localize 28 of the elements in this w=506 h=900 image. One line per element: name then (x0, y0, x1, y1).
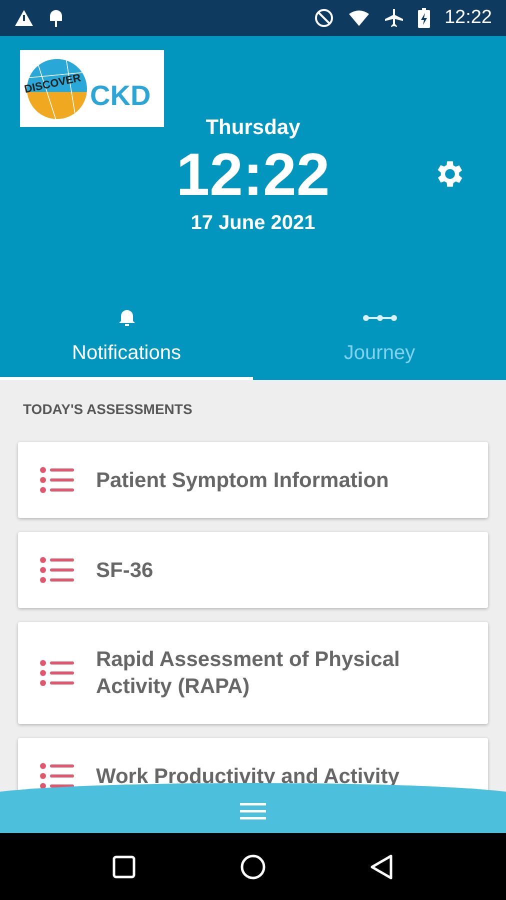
assessment-title: Patient Symptom Information (96, 468, 389, 494)
android-icon (48, 8, 64, 28)
section-heading: TODAY'S ASSESSMENTS (22, 400, 194, 419)
date-label: 17 June 2021 (190, 212, 316, 235)
wifi-icon (348, 10, 370, 26)
battery-charging-icon (418, 8, 430, 28)
recents-icon[interactable] (112, 854, 136, 878)
clock: 12:22 (176, 142, 330, 208)
list-icon (40, 660, 74, 686)
day-label: Thursday (206, 116, 300, 140)
assessment-card[interactable]: SF-36 (18, 532, 488, 608)
back-icon[interactable] (370, 854, 394, 880)
airplane-icon (384, 8, 404, 28)
assessment-title: Rapid Assessment of Physical Activity (RAPA) (96, 647, 401, 700)
assessment-card[interactable]: Patient Symptom Information (18, 442, 488, 518)
assessment-title: Work Productivity and Activity (96, 764, 400, 790)
list-icon (40, 763, 74, 789)
assessment-title: SF-36 (96, 558, 154, 584)
globe-icon (26, 58, 88, 120)
list-icon (40, 557, 74, 583)
warning-icon (14, 9, 34, 27)
assessment-card[interactable]: Rapid Assessment of Physical Activity (RAPA) (18, 622, 488, 724)
do-not-disturb-icon (314, 8, 334, 28)
home-icon[interactable] (240, 854, 266, 880)
logo-word: CKD (90, 80, 151, 112)
status-time: 12:22 (444, 7, 492, 29)
list-icon (40, 467, 74, 493)
bell-icon (116, 308, 136, 328)
